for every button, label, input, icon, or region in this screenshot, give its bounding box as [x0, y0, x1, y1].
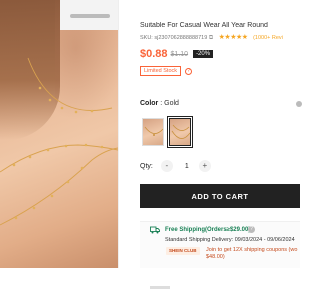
- size-guide-icon[interactable]: [296, 101, 302, 107]
- color-label: Color: [140, 100, 159, 107]
- color-selector-label: Color : Gold: [140, 100, 179, 107]
- copy-icon[interactable]: ⧉: [209, 35, 213, 41]
- shipping-help-icon[interactable]: ?: [248, 226, 255, 233]
- discount-badge: -20%: [193, 50, 214, 58]
- product-title: Suitable For Casual Wear All Year Round: [140, 22, 268, 29]
- necklace-chains: [0, 57, 118, 226]
- qty-minus-button[interactable]: -: [160, 160, 173, 172]
- qty-plus-button[interactable]: +: [198, 160, 211, 172]
- sale-price: $0.88: [140, 48, 168, 60]
- swatch-necklace-1: [144, 126, 163, 136]
- info-icon[interactable]: ?: [185, 67, 193, 75]
- qty-value[interactable]: 1: [179, 163, 195, 170]
- club-promo-text[interactable]: Join to get 12X shipping coupons (wo $48…: [206, 247, 300, 261]
- club-promo-line-2: $48.00): [206, 254, 225, 260]
- add-to-cart-button[interactable]: ADD TO CART: [140, 184, 300, 208]
- truck-icon: [150, 226, 160, 234]
- quantity-stepper: Qty: - 1 +: [140, 160, 211, 172]
- color-swatch-gold[interactable]: [167, 116, 193, 148]
- standard-delivery-text: Standard Shipping Delivery: 09/03/2024 -…: [165, 237, 295, 243]
- reviews-link[interactable]: (1000+ Revi: [253, 35, 283, 41]
- color-swatch-1[interactable]: [142, 118, 164, 146]
- sku-rating-row: SKU: sj2307062888888719 ⧉ ★★★★★ (1000+ R…: [140, 33, 300, 42]
- bottom-section: [140, 268, 300, 300]
- rating-stars-icon: ★★★★★: [218, 34, 248, 41]
- color-value: Gold: [164, 100, 179, 107]
- shein-club-badge: SHEIN CLUB: [166, 247, 200, 255]
- limited-stock-row: Limited Stock ?: [140, 66, 193, 76]
- limited-stock-badge: Limited Stock: [140, 66, 182, 76]
- product-image: [0, 0, 118, 268]
- club-promo-line-1: Join to get 12X shipping coupons (wo: [206, 247, 298, 253]
- sku-label: SKU: sj2307062888888719: [140, 35, 208, 41]
- qty-label: Qty:: [140, 162, 153, 170]
- swatch-necklace-2: [171, 124, 190, 139]
- price-row: $0.88 $1.10 -20%: [140, 47, 214, 61]
- free-shipping-title: Free Shipping(Orders≥$29.00): [165, 227, 251, 233]
- original-price: $1.10: [170, 50, 189, 58]
- next-section-hint: [150, 286, 170, 289]
- column-divider: [118, 0, 119, 268]
